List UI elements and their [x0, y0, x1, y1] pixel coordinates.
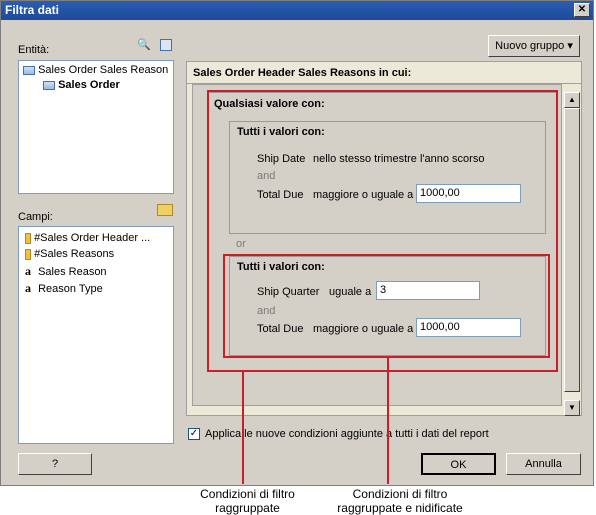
- help-button[interactable]: ?: [18, 453, 92, 475]
- nested-conditions-highlight: [223, 254, 550, 358]
- fields-label: Campi:: [18, 211, 53, 223]
- entity-item[interactable]: Sales Order Sales Reason: [23, 64, 168, 76]
- text-field-icon: a: [25, 281, 31, 295]
- search-icon[interactable]: 🔍: [137, 38, 151, 51]
- callout-nested: Condizioni di filtro raggruppate e nidif…: [337, 487, 463, 515]
- close-button[interactable]: ✕: [574, 3, 590, 17]
- entities-label: Entità:: [18, 44, 50, 56]
- fields-list: #Sales Order Header ... #Sales Reasons a…: [18, 226, 174, 444]
- callout-line-right: [387, 358, 389, 484]
- title-bar: [1, 1, 593, 20]
- field-item[interactable]: #Sales Reasons: [25, 248, 114, 260]
- entity-item-selected[interactable]: Sales Order: [43, 79, 120, 91]
- scroll-down-icon[interactable]: ▼: [564, 400, 580, 416]
- apply-checkbox-label: Applica le nuove condizioni aggiunte a t…: [205, 428, 489, 440]
- table-icon: [23, 65, 35, 75]
- scroll-thumb[interactable]: [564, 108, 580, 392]
- text-field-icon: a: [25, 264, 31, 278]
- callout-line-left: [242, 372, 244, 484]
- entities-list: Sales Order Sales Reason Sales Order: [18, 60, 174, 194]
- window-title: Filtra dati: [5, 3, 60, 17]
- filter-header: Sales Order Header Sales Reasons in cui:: [193, 67, 412, 79]
- dropdown-arrow-icon: ▾: [567, 40, 573, 52]
- add-field-icon[interactable]: [157, 204, 173, 216]
- collapse-icon[interactable]: [160, 39, 172, 51]
- field-item[interactable]: a Reason Type: [25, 281, 103, 296]
- scroll-up-icon[interactable]: ▲: [564, 92, 580, 108]
- callout-grouped: Condizioni di filtro raggruppate: [200, 487, 295, 515]
- apply-checkbox[interactable]: ✓: [188, 428, 200, 440]
- cancel-button[interactable]: Annulla: [506, 453, 581, 475]
- table-icon: [43, 80, 55, 90]
- field-item[interactable]: a Sales Reason: [25, 264, 107, 279]
- new-group-button[interactable]: Nuovo gruppo ▾: [488, 35, 580, 57]
- aggregate-field-icon: [25, 248, 31, 260]
- aggregate-field-icon: [25, 232, 31, 244]
- ok-button[interactable]: OK: [421, 453, 496, 475]
- field-item[interactable]: #Sales Order Header ...: [25, 232, 150, 244]
